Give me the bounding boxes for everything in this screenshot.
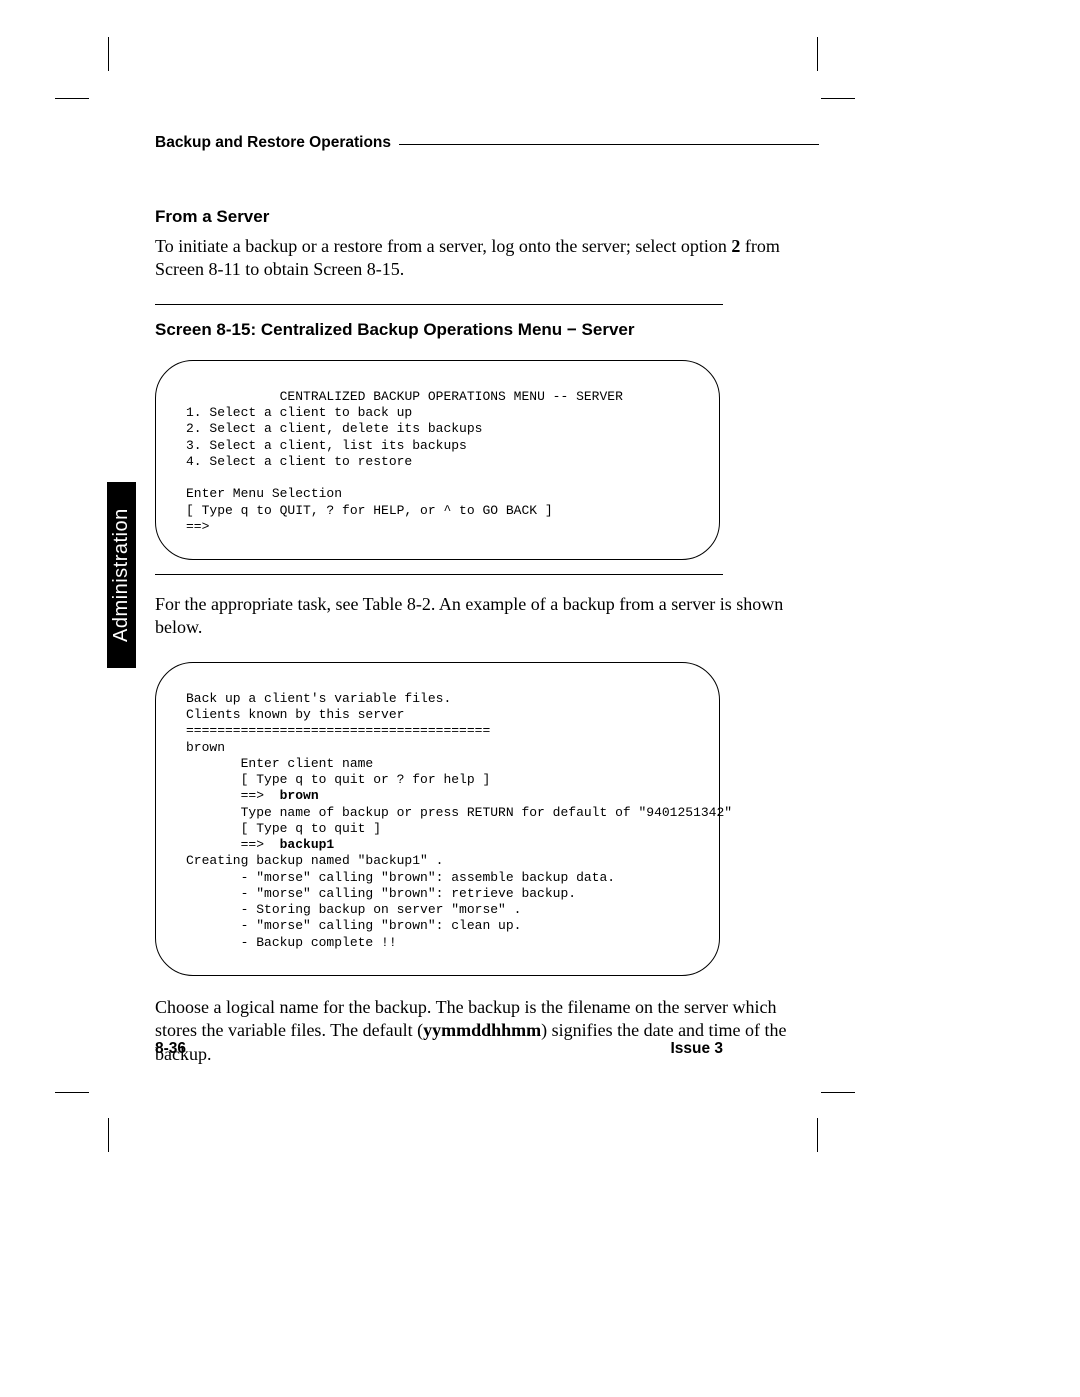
s2-input-brown: brown (280, 788, 319, 803)
s1-l1: 1. Select a client to back up (186, 405, 412, 420)
crop-mark (108, 1118, 109, 1152)
s1-l4: 4. Select a client to restore (186, 454, 412, 469)
intro-option-number: 2 (731, 236, 740, 256)
s1-l3: 3. Select a client, list its backups (186, 438, 467, 453)
s2-l10a: ==> (186, 837, 280, 852)
s2-l6: [ Type q to quit or ? for help ] (186, 772, 490, 787)
running-head-rule (399, 144, 819, 145)
s2-l15: - "morse" calling "brown": clean up. (186, 918, 521, 933)
rule (155, 304, 723, 305)
page: Administration Backup and Restore Operat… (0, 0, 1080, 1397)
s1-l6: [ Type q to QUIT, ? for HELP, or ^ to GO… (186, 503, 553, 518)
running-head-text: Backup and Restore Operations (155, 134, 391, 152)
screen-1-content: CENTRALIZED BACKUP OPERATIONS MENU -- SE… (186, 389, 695, 535)
intro-pre: To initiate a backup or a restore from a… (155, 236, 731, 256)
s1-title: CENTRALIZED BACKUP OPERATIONS MENU -- SE… (280, 389, 623, 404)
crop-mark (817, 1118, 818, 1152)
s2-l7a: ==> (186, 788, 280, 803)
s2-l16: - Backup complete !! (186, 935, 397, 950)
page-number: 8-36 (155, 1040, 186, 1058)
running-head: Backup and Restore Operations (155, 134, 819, 152)
s2-l9: [ Type q to quit ] (186, 821, 381, 836)
s2-l8: Type name of backup or press RETURN for … (186, 805, 732, 820)
s1-l5: Enter Menu Selection (186, 486, 342, 501)
s2-l2: Clients known by this server (186, 707, 404, 722)
issue-number: Issue 3 (670, 1040, 723, 1058)
content-area: Backup and Restore Operations From a Ser… (155, 134, 819, 1066)
crop-mark (821, 1092, 855, 1093)
s2-l1: Back up a client's variable files. (186, 691, 451, 706)
footer: 8-36 Issue 3 (155, 1039, 723, 1058)
screen-caption: Screen 8-15: Centralized Backup Operatio… (155, 320, 819, 340)
s1-l2: 2. Select a client, delete its backups (186, 421, 482, 436)
crop-mark (108, 37, 109, 71)
crop-mark (821, 98, 855, 99)
section-title: From a Server (155, 207, 819, 227)
s2-l13: - "morse" calling "brown": retrieve back… (186, 886, 576, 901)
s2-l4: brown (186, 740, 225, 755)
screen-box-2: Back up a client's variable files. Clien… (155, 662, 720, 976)
crop-mark (817, 37, 818, 71)
s2-l5: Enter client name (186, 756, 373, 771)
s2-l12: - "morse" calling "brown": assemble back… (186, 870, 615, 885)
side-tab: Administration (107, 482, 136, 668)
crop-mark (55, 98, 89, 99)
s2-l14: - Storing backup on server "morse" . (186, 902, 521, 917)
screen-box-1: CENTRALIZED BACKUP OPERATIONS MENU -- SE… (155, 360, 720, 560)
s2-input-backup1: backup1 (280, 837, 335, 852)
s1-l7: ==> (186, 519, 209, 534)
intro-paragraph: To initiate a backup or a restore from a… (155, 235, 819, 282)
screen-2-content: Back up a client's variable files. Clien… (186, 691, 695, 951)
mid-paragraph: For the appropriate task, see Table 8-2.… (155, 593, 819, 640)
crop-mark (55, 1092, 89, 1093)
s2-l11: Creating backup named "backup1" . (186, 853, 443, 868)
closing-bold: yymmddhhmm (423, 1020, 541, 1040)
s2-l3: ======================================= (186, 723, 490, 738)
